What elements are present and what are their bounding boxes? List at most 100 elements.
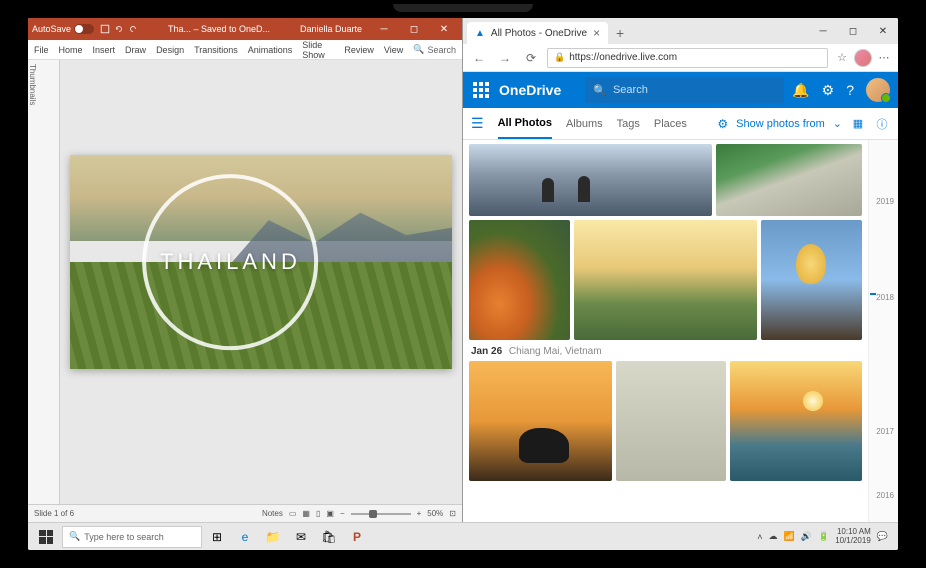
volume-icon[interactable]: 🔊 <box>801 531 812 542</box>
notes-button[interactable]: Notes <box>262 509 283 518</box>
view-slideshow-icon[interactable]: ▣ <box>326 509 334 518</box>
notifications-icon[interactable]: 🔔 <box>792 82 809 99</box>
zoom-out-button[interactable]: − <box>340 509 345 518</box>
photo-row <box>469 220 862 340</box>
photo-thumbnail[interactable] <box>469 144 712 216</box>
photo-thumbnail[interactable] <box>574 220 756 340</box>
settings-icon[interactable]: ⚙ <box>822 82 835 99</box>
slide-canvas-area[interactable]: THAILAND <box>60 60 462 504</box>
zoom-level[interactable]: 50% <box>427 509 443 518</box>
ribbon-tab-home[interactable]: Home <box>59 45 83 55</box>
tab-all-photos[interactable]: All Photos <box>498 109 552 139</box>
mail-icon[interactable]: ✉ <box>288 524 314 550</box>
ribbon-tab-animations[interactable]: Animations <box>248 45 293 55</box>
show-photos-from-label[interactable]: Show photos from <box>736 118 825 130</box>
file-explorer-icon[interactable]: 📁 <box>260 524 286 550</box>
view-sorter-icon[interactable]: ▦ <box>302 509 310 518</box>
timeline-year[interactable]: 2017 <box>876 427 894 436</box>
section-date: Jan 26 <box>471 346 502 357</box>
ribbon-tab-design[interactable]: Design <box>156 45 184 55</box>
onedrive-search[interactable]: 🔍 Search <box>585 77 784 103</box>
help-icon[interactable]: ? <box>846 82 854 98</box>
powerpoint-taskbar-icon[interactable]: P <box>344 524 370 550</box>
minimize-button[interactable]: ─ <box>370 18 398 40</box>
photo-thumbnail[interactable] <box>616 361 726 481</box>
grid-view-icon[interactable]: ▦ <box>850 116 866 132</box>
forward-button[interactable]: → <box>495 48 515 68</box>
ribbon-search[interactable]: 🔍 Search <box>413 44 456 55</box>
favorite-icon[interactable]: ☆ <box>834 50 850 66</box>
photo-thumbnail[interactable] <box>716 144 862 216</box>
action-center-icon[interactable]: 💬 <box>877 531 888 542</box>
address-bar[interactable]: 🔒 https://onedrive.live.com <box>547 48 828 68</box>
close-button[interactable]: ✕ <box>430 18 458 40</box>
browser-tab[interactable]: ▲ All Photos - OneDrive × <box>467 22 608 44</box>
onedrive-tray-icon[interactable]: ☁ <box>769 531 778 542</box>
slide-circle-shape[interactable]: THAILAND <box>143 174 319 350</box>
photo-thumbnail[interactable] <box>730 361 862 481</box>
slide-title-text[interactable]: THAILAND <box>160 249 301 275</box>
clock[interactable]: 10:10 AM 10/1/2019 <box>835 528 871 546</box>
user-avatar[interactable] <box>866 78 890 102</box>
timeline-year[interactable]: 2019 <box>876 197 894 206</box>
onedrive-brand[interactable]: OneDrive <box>499 82 561 98</box>
ribbon-tab-insert[interactable]: Insert <box>93 45 116 55</box>
timeline-marker[interactable] <box>870 293 876 295</box>
photo-grid[interactable]: Jan 26 Chiang Mai, Vietnam <box>463 140 868 522</box>
edge-icon[interactable]: e <box>232 524 258 550</box>
ribbon-tab-file[interactable]: File <box>34 45 49 55</box>
hamburger-menu-icon[interactable]: ☰ <box>471 115 484 132</box>
toggle-switch-icon[interactable] <box>74 24 94 34</box>
close-button[interactable]: ✕ <box>868 18 898 44</box>
slide[interactable]: THAILAND <box>70 155 452 370</box>
undo-icon[interactable] <box>114 24 124 34</box>
thumbnails-panel[interactable]: Thumbnails <box>28 60 60 504</box>
profile-avatar-icon[interactable] <box>854 49 872 67</box>
tab-places[interactable]: Places <box>654 110 687 138</box>
maximize-button[interactable]: ◻ <box>838 18 868 44</box>
menu-icon[interactable]: ⋯ <box>876 50 892 66</box>
tab-albums[interactable]: Albums <box>566 110 603 138</box>
ribbon-tab-draw[interactable]: Draw <box>125 45 146 55</box>
toolbar-right: ⚙ Show photos from ⌄ ▦ ⓘ <box>717 116 890 132</box>
tray-chevron-icon[interactable]: ˄ <box>757 532 762 542</box>
fit-to-window-icon[interactable]: ⊡ <box>449 509 456 518</box>
ribbon: File Home Insert Draw Design Transitions… <box>28 40 462 60</box>
zoom-slider[interactable] <box>351 513 411 515</box>
tab-tags[interactable]: Tags <box>617 110 640 138</box>
info-icon[interactable]: ⓘ <box>874 116 890 132</box>
back-button[interactable]: ← <box>469 48 489 68</box>
gear-icon[interactable]: ⚙ <box>717 117 728 131</box>
ribbon-tab-review[interactable]: Review <box>344 45 374 55</box>
timeline-year[interactable]: 2016 <box>876 491 894 500</box>
view-normal-icon[interactable]: ▭ <box>289 509 297 518</box>
task-view-icon[interactable]: ⊞ <box>204 524 230 550</box>
timeline-scrubber[interactable]: 2019 2018 2017 2016 <box>868 140 898 522</box>
maximize-button[interactable]: ◻ <box>400 18 428 40</box>
app-launcher-icon[interactable] <box>471 80 491 100</box>
save-icon[interactable] <box>100 24 110 34</box>
tab-close-button[interactable]: × <box>593 26 600 40</box>
redo-icon[interactable] <box>128 24 138 34</box>
photo-thumbnail[interactable] <box>761 220 862 340</box>
battery-icon[interactable]: 🔋 <box>818 531 829 542</box>
start-button[interactable] <box>32 523 60 551</box>
photo-thumbnail[interactable] <box>469 361 612 481</box>
photo-thumbnail[interactable] <box>469 220 570 340</box>
ribbon-tab-transitions[interactable]: Transitions <box>194 45 238 55</box>
network-icon[interactable]: 📶 <box>784 531 795 542</box>
minimize-button[interactable]: ─ <box>808 18 838 44</box>
new-tab-button[interactable]: + <box>608 22 632 44</box>
autosave-toggle[interactable]: AutoSave <box>32 24 94 34</box>
ribbon-tab-slideshow[interactable]: Slide Show <box>302 40 334 60</box>
taskbar-search[interactable]: 🔍 Type here to search <box>62 526 202 548</box>
store-icon[interactable]: 🛍 <box>316 524 342 550</box>
zoom-in-button[interactable]: + <box>417 509 422 518</box>
timeline-year[interactable]: 2018 <box>876 293 894 302</box>
refresh-button[interactable]: ⟳ <box>521 48 541 68</box>
chevron-down-icon[interactable]: ⌄ <box>833 117 842 130</box>
user-name[interactable]: Daniella Duarte <box>300 24 362 34</box>
view-reading-icon[interactable]: ▯ <box>316 509 320 518</box>
ribbon-tab-view[interactable]: View <box>384 45 403 55</box>
slide-counter[interactable]: Slide 1 of 6 <box>34 509 74 518</box>
